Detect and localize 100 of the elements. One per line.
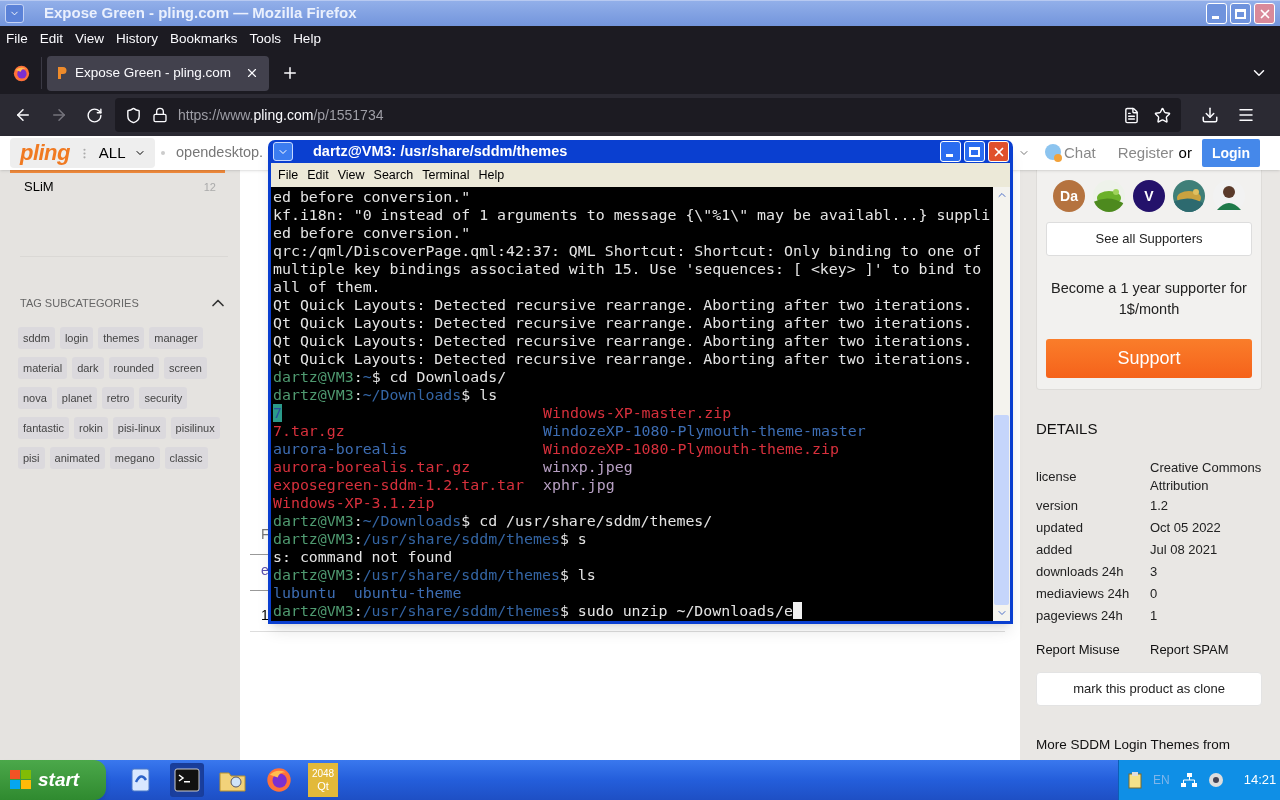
volume-icon[interactable]: [1207, 772, 1224, 788]
detail-value: 0: [1150, 584, 1158, 603]
close-button[interactable]: [988, 141, 1009, 162]
more-themes-heading: More SDDM Login Themes from: [1036, 735, 1232, 754]
tag-chip[interactable]: screen: [163, 357, 207, 379]
menu-item[interactable]: View: [337, 165, 365, 185]
download-icon[interactable]: [1201, 106, 1219, 124]
address-bar[interactable]: https://www.pling.com/p/1551734: [115, 98, 1181, 132]
terminal-line: s: command not found: [273, 548, 453, 566]
file-name: xphr.jpg: [543, 476, 615, 494]
tag-chip[interactable]: themes: [98, 327, 145, 349]
bookmark-star-icon[interactable]: [1154, 106, 1171, 124]
chat-link[interactable]: Chat: [1064, 141, 1096, 165]
tag-chip[interactable]: pisi: [18, 447, 45, 469]
menu-item[interactable]: Help: [478, 165, 505, 185]
scrollbar[interactable]: [993, 187, 1010, 621]
login-button[interactable]: Login: [1201, 139, 1260, 167]
window-title: dartz@VM3: /usr/share/sddm/themes: [313, 141, 568, 161]
network-icon[interactable]: [1179, 772, 1198, 788]
shield-icon[interactable]: [125, 106, 142, 124]
detail-label: license: [1036, 467, 1078, 486]
menu-item[interactable]: History: [116, 28, 159, 50]
scroll-thumb[interactable]: [994, 415, 1009, 605]
taskbar-app-button[interactable]: [170, 763, 204, 797]
file-name: 7: [273, 404, 282, 422]
close-tab-icon[interactable]: [245, 66, 259, 80]
reader-view-icon[interactable]: [1123, 106, 1140, 124]
minimize-button[interactable]: [1206, 3, 1227, 24]
terminal-line: multiple key bindings associated with 15. Use 'sequences: [ <key> ]' to bind to: [273, 260, 982, 278]
reload-icon[interactable]: [86, 106, 103, 124]
tag-chip[interactable]: classic: [164, 447, 208, 469]
menu-icon[interactable]: [1237, 106, 1255, 124]
tag-chip[interactable]: material: [18, 357, 68, 379]
file-name: aurora-borealis: [273, 440, 408, 458]
window-menu-button[interactable]: [5, 4, 24, 23]
detail-value: 3: [1150, 562, 1158, 581]
supporter-avatar[interactable]: Da: [1053, 180, 1085, 212]
file-name: winxp.jpeg: [543, 458, 633, 476]
terminal-line: dartz@VM3:/usr/share/sddm/themes$ s: [273, 530, 587, 548]
back-icon[interactable]: [14, 106, 32, 124]
supporter-avatar[interactable]: V: [1133, 180, 1165, 212]
supporter-pitch: Become a 1 year supporter for 1$/month: [1050, 279, 1248, 319]
tag-chip[interactable]: pisilinux: [170, 417, 220, 439]
maximize-button[interactable]: [964, 141, 985, 162]
category-name[interactable]: SLiM: [24, 177, 54, 197]
firefox-icon[interactable]: [12, 64, 30, 82]
link-fragment[interactable]: e: [261, 559, 269, 581]
detail-label: mediaviews 24h: [1036, 584, 1131, 603]
menu-item[interactable]: Terminal: [422, 165, 470, 185]
tag-chip[interactable]: dark: [72, 357, 104, 379]
tag-chip[interactable]: animated: [49, 447, 105, 469]
window-menu-button[interactable]: [273, 142, 293, 161]
file-name: exposegreen-sddm-1.2.tar.tar: [273, 476, 525, 494]
menu-item[interactable]: View: [75, 28, 105, 50]
clipboard-icon[interactable]: [1127, 771, 1143, 789]
tag-chip[interactable]: security: [139, 387, 188, 409]
scope-selector[interactable]: ALL: [98, 141, 126, 165]
terminal-line: kf.i18n: "0 instead of 1 arguments to message {\"%1\" may be availabl...} suppli: [273, 206, 991, 224]
tag-chip[interactable]: planet: [56, 387, 97, 409]
tag-chip[interactable]: nova: [18, 387, 52, 409]
terminal-line: dartz@VM3:/usr/share/sddm/themes$ ls: [273, 566, 596, 584]
tag-chip[interactable]: manager: [149, 327, 203, 349]
tag-chip[interactable]: megano: [109, 447, 160, 469]
tag-chip[interactable]: retro: [101, 387, 135, 409]
maximize-button[interactable]: [1230, 3, 1251, 24]
tag-chip[interactable]: rounded: [108, 357, 159, 379]
menu-item[interactable]: Search: [373, 165, 414, 185]
file-name: ubuntu-theme: [353, 584, 462, 602]
file-name: aurora-borealis.tar.gz: [273, 458, 471, 476]
terminal-line: ed before conversion.": [273, 224, 471, 242]
tag-chip[interactable]: fantastic: [18, 417, 69, 439]
see-all-button[interactable]: See all Supporters: [1046, 222, 1252, 256]
tag-chip[interactable]: rokin: [73, 417, 108, 439]
or-text: or: [1178, 142, 1192, 163]
minimize-button[interactable]: [940, 141, 961, 162]
cell-fragment: 1: [261, 605, 269, 625]
report-link[interactable]: Report Misuse: [1036, 639, 1150, 660]
tag-chip[interactable]: pisi-linux: [112, 417, 166, 439]
terminal-line: Qt Quick Layouts: Detected recursive rearrange. Aborting after two iterations.: [273, 350, 973, 368]
menu-item[interactable]: File: [6, 28, 28, 50]
browser-tab[interactable]: Expose Green - pling.com: [47, 55, 269, 91]
menu-item[interactable]: Edit: [307, 165, 329, 185]
tag-chip[interactable]: login: [59, 327, 94, 349]
new-tab-icon[interactable]: [281, 64, 299, 82]
register-link[interactable]: Register: [1117, 141, 1174, 165]
menu-item[interactable]: Tools: [249, 28, 282, 50]
report-link[interactable]: Report SPAM: [1150, 639, 1229, 660]
file-name: lubuntu: [273, 584, 336, 602]
detail-label: updated: [1036, 518, 1084, 537]
menu-item[interactable]: File: [278, 165, 299, 185]
terminal-line: dartz@VM3:~/Downloads$ ls: [273, 386, 498, 404]
site-link[interactable]: opendesktop.: [176, 142, 264, 164]
close-button[interactable]: [1254, 3, 1275, 24]
start-button[interactable]: start: [0, 760, 106, 800]
menu-item[interactable]: Edit: [39, 28, 64, 50]
tag-chip[interactable]: sddm: [18, 327, 55, 349]
mark-clone-button[interactable]: mark this product as clone: [1036, 671, 1262, 706]
menu-item[interactable]: Bookmarks: [170, 28, 238, 50]
lock-icon[interactable]: [152, 107, 168, 123]
menu-item[interactable]: Help: [293, 28, 321, 50]
